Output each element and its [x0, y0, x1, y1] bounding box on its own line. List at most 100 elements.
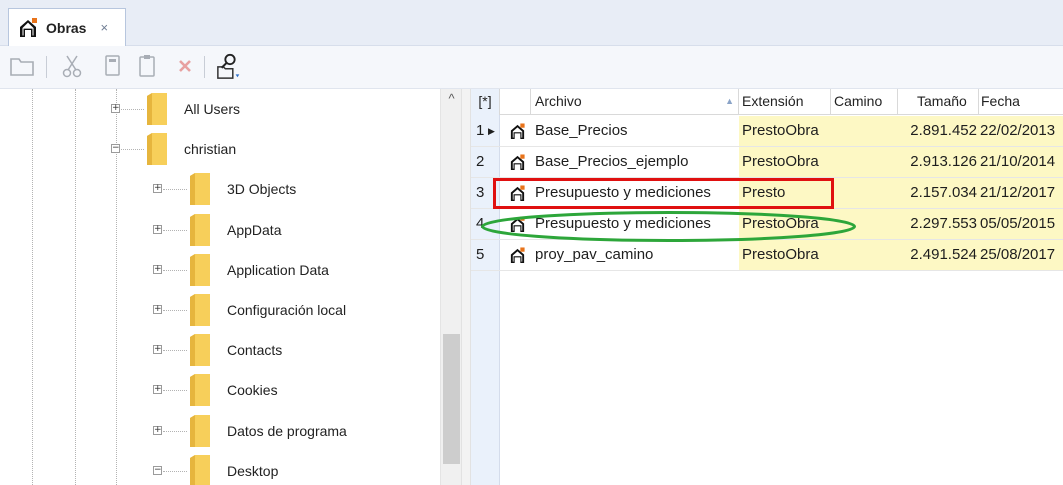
cell-camino	[831, 178, 898, 208]
presto-file-icon	[510, 154, 525, 171]
cell-fecha: 21/12/2017	[979, 178, 1063, 208]
open-folder-icon[interactable]	[8, 52, 36, 80]
tree-node[interactable]: + Contacts	[0, 330, 440, 370]
tree-connector	[163, 470, 187, 472]
presto-house-icon	[20, 17, 37, 37]
column-header-camino[interactable]: Camino	[831, 89, 898, 115]
collapse-icon[interactable]: −	[111, 144, 120, 154]
cell-tamano: 2.891.452	[898, 116, 979, 146]
tree-node[interactable]: − Desktop	[0, 451, 440, 485]
tab-obras[interactable]: Obras ×	[8, 8, 126, 46]
cell-archivo: Base_Precios_ejemplo	[535, 153, 689, 170]
cell-fecha: 25/08/2017	[979, 240, 1063, 270]
cell-tamano: 2.913.126	[898, 147, 979, 177]
cell-camino	[831, 147, 898, 177]
row-number: 1	[471, 116, 500, 146]
cell-fecha: 05/05/2015	[979, 209, 1063, 239]
expand-icon[interactable]: +	[153, 425, 162, 435]
expand-icon[interactable]: +	[153, 345, 162, 355]
column-header-tamano[interactable]: Tamaño	[898, 89, 979, 115]
tree-node-label: Desktop	[227, 462, 279, 479]
tree-node-label: Datos de programa	[227, 422, 347, 439]
table-row[interactable]: 5 proy_pav_camino PrestoObra 2.491.524 25/08…	[471, 240, 1063, 271]
tree-node[interactable]: + Datos de programa	[0, 411, 440, 451]
presto-file-icon	[510, 123, 525, 140]
select-all-header[interactable]: [*]	[471, 89, 500, 115]
row-number: 2	[471, 147, 500, 177]
folder-icon	[190, 253, 210, 286]
tree-connector	[163, 189, 187, 191]
column-header-archivo[interactable]: Archivo ▲	[531, 89, 739, 115]
tree-node-label: Application Data	[227, 261, 329, 278]
tree-node[interactable]: + Configuración local	[0, 290, 440, 330]
tree-connector	[121, 109, 144, 110]
scroll-up-arrow[interactable]: ^	[444, 91, 459, 106]
panel-splitter[interactable]	[461, 89, 471, 485]
red-highlight-box	[493, 178, 834, 209]
folder-icon	[190, 213, 210, 246]
tree-connector	[163, 269, 187, 271]
collapse-icon[interactable]: −	[153, 465, 162, 475]
cell-camino	[831, 116, 898, 146]
cell-camino	[831, 240, 898, 270]
copy-icon[interactable]	[98, 52, 126, 80]
tree-node[interactable]: +3D Objects	[0, 169, 440, 209]
tree-node-label: Configuración local	[227, 302, 347, 318]
folder-tree: + All Users − christian +3D Objects + AppData +…	[0, 89, 461, 485]
tree-connector	[163, 310, 187, 311]
expand-icon[interactable]: +	[153, 385, 162, 395]
cut-icon[interactable]	[58, 52, 86, 80]
tree-node[interactable]: − christian	[0, 129, 440, 169]
green-highlight-ellipse	[481, 211, 856, 242]
tab-label: Obras	[46, 19, 87, 36]
tree-node-label: All Users	[184, 101, 241, 117]
cell-fecha: 21/10/2014	[979, 147, 1063, 177]
tree-scrollbar[interactable]: ^	[440, 89, 461, 485]
folder-icon	[190, 173, 210, 206]
expand-icon[interactable]: +	[153, 184, 162, 194]
folder-icon	[190, 294, 210, 326]
table-row[interactable]: 1 ▶ Base_Precios PrestoObra 2.891.452 22/02/2…	[471, 116, 1063, 147]
folder-icon	[190, 374, 210, 407]
current-row-indicator-icon: ▶	[488, 126, 495, 136]
tree-node-label: christian	[184, 141, 237, 158]
cell-tamano: 2.157.034	[898, 178, 979, 208]
row-number: 5	[471, 240, 500, 270]
expand-icon[interactable]: +	[153, 305, 162, 314]
tree-node-label: Contacts	[227, 342, 283, 359]
tab-strip: Obras ×	[0, 0, 1063, 46]
folder-icon	[190, 454, 210, 485]
folder-icon	[190, 334, 210, 367]
delete-icon[interactable]	[171, 52, 199, 80]
cell-fecha: 22/02/2013	[979, 116, 1063, 146]
scrollbar-thumb[interactable]	[443, 334, 460, 464]
find-folder-icon[interactable]	[216, 52, 244, 80]
close-icon[interactable]: ×	[100, 20, 108, 35]
tree-node-label: AppData	[227, 221, 282, 238]
files-grid: [*] Archivo ▲ Extensión Camino Tamaño Fe…	[471, 89, 1063, 485]
tree-node-label: 3D Objects	[227, 181, 297, 198]
expand-icon[interactable]: +	[153, 264, 162, 274]
tree-node-label: Cookies	[227, 382, 278, 399]
expand-icon[interactable]: +	[153, 224, 162, 234]
tree-node[interactable]: + Application Data	[0, 250, 440, 290]
tree-connector	[163, 229, 187, 231]
tree-connector	[121, 149, 144, 151]
table-row[interactable]: 2 Base_Precios_ejemplo PrestoObra 2.913.126…	[471, 147, 1063, 178]
cell-archivo: proy_pav_camino	[535, 246, 654, 263]
folder-icon	[190, 414, 210, 447]
sort-ascending-icon: ▲	[725, 96, 734, 106]
cell-archivo: Base_Precios	[535, 122, 628, 139]
toolbar	[0, 46, 1063, 89]
column-header-fecha[interactable]: Fecha	[979, 89, 1063, 115]
tree-node[interactable]: + Cookies	[0, 370, 440, 410]
paste-icon[interactable]	[133, 52, 161, 80]
tree-node[interactable]: + AppData	[0, 210, 440, 250]
cell-extension: PrestoObra	[739, 147, 831, 177]
cell-extension: PrestoObra	[739, 240, 831, 270]
expand-icon[interactable]: +	[111, 104, 120, 113]
cell-tamano: 2.491.524	[898, 240, 979, 270]
tree-node[interactable]: + All Users	[0, 89, 440, 129]
column-header-extension[interactable]: Extensión	[739, 89, 831, 115]
folder-icon	[147, 133, 167, 166]
